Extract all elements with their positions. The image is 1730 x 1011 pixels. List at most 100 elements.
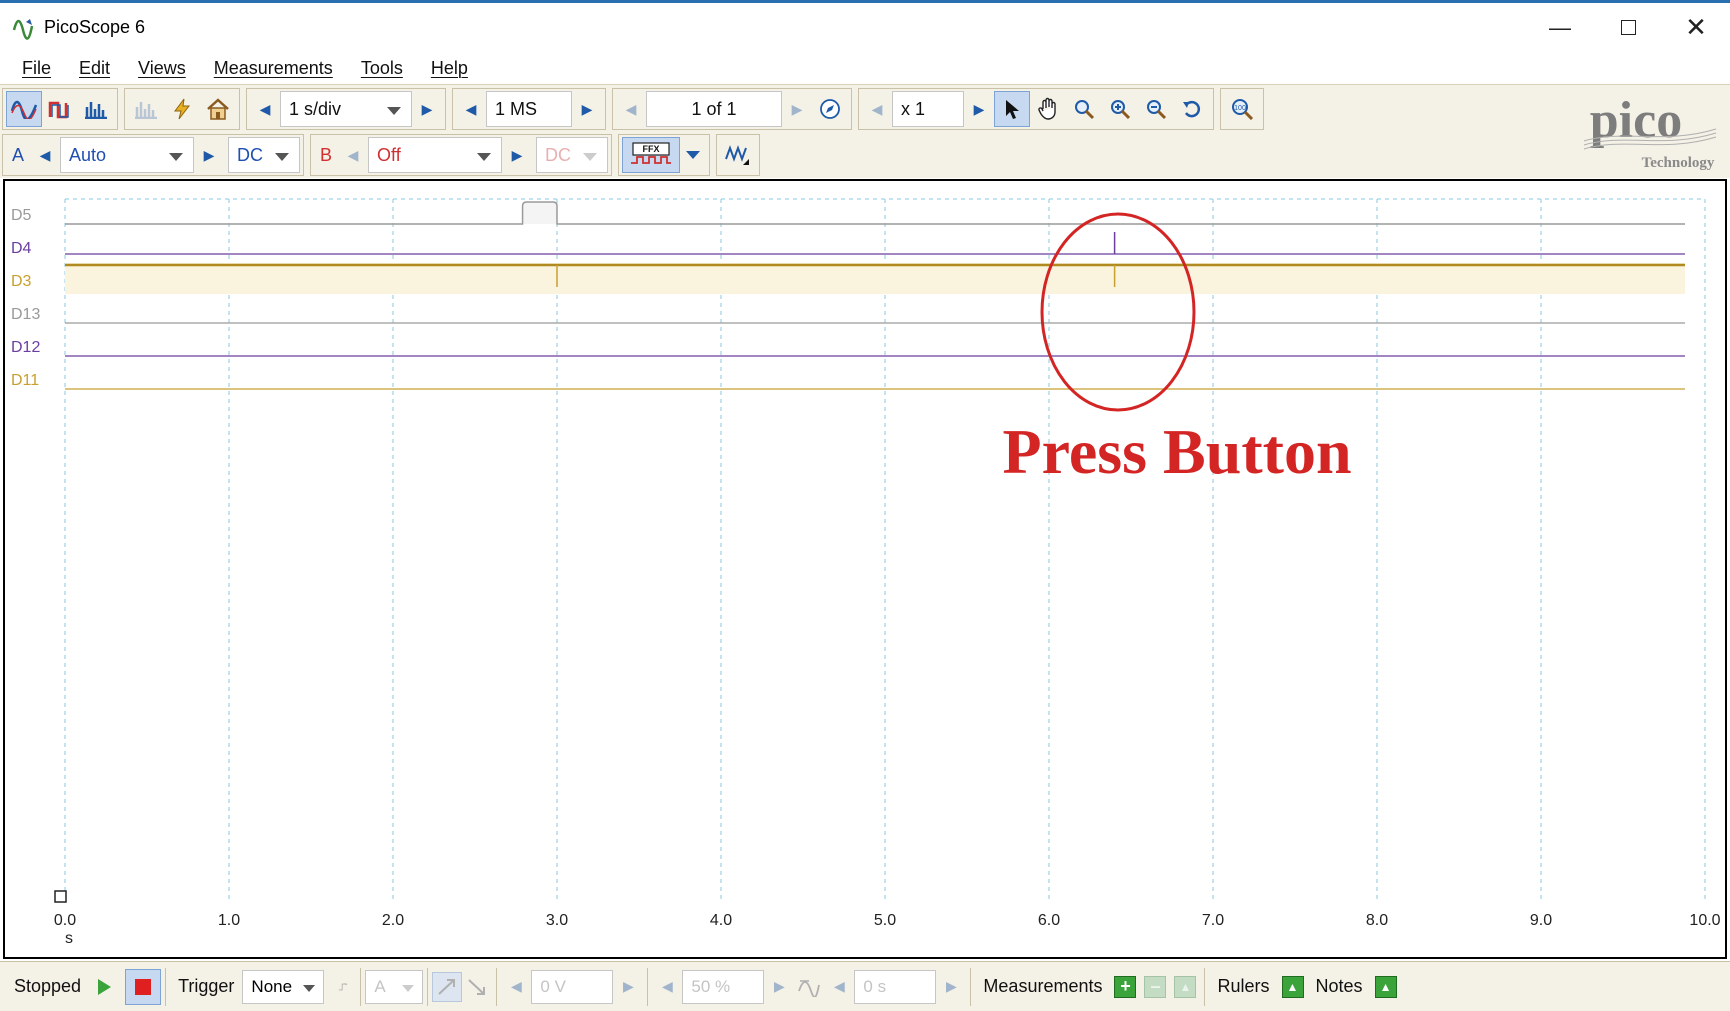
scope-plot[interactable]: D5 D4 D3 D13 D12 D11 0.0 1.0 2.0 3.0 4.0 5.0 6.0 7.0…	[5, 181, 1725, 957]
rising-edge-icon	[438, 978, 456, 995]
x-tick-label: 0.0	[54, 912, 76, 929]
channel-b-range-select[interactable]: Off	[368, 137, 503, 173]
notes-button[interactable]: ▲	[1371, 972, 1401, 1002]
falling-edge-icon	[468, 978, 486, 995]
toolbar-row-capture: ◀ 1 s/div ▶ ◀ 1 MS ▶ ◀ 1 of 1 ▶ ◀ x 1 ▶	[2, 87, 1270, 131]
stop-button[interactable]	[125, 968, 162, 1005]
edit-measurement-button[interactable]: ▲	[1170, 972, 1200, 1002]
channel-a-range-select[interactable]: Auto	[60, 137, 195, 173]
rising-edge-button[interactable]	[432, 971, 463, 1002]
channel-label-d12[interactable]: D12	[11, 339, 40, 356]
remove-measurement-button[interactable]: –	[1140, 972, 1170, 1002]
samples-group: ◀ 1 MS ▶	[452, 88, 606, 130]
menu-help[interactable]: Help	[431, 58, 482, 79]
channel-label-d11[interactable]: D11	[11, 372, 39, 389]
select-tool-button[interactable]	[994, 91, 1030, 127]
menu-file[interactable]: File	[22, 58, 65, 79]
channel-label-d4[interactable]: D4	[11, 240, 32, 257]
channel-label-d3[interactable]: D3	[11, 273, 32, 290]
trigger-type-button[interactable]	[330, 970, 356, 1004]
zoom-field[interactable]: x 1	[892, 91, 964, 127]
hand-tool-button[interactable]	[1030, 91, 1066, 127]
falling-edge-button[interactable]	[462, 972, 492, 1002]
threshold-decrease[interactable]: ◀	[501, 970, 531, 1004]
scope-view[interactable]: D5 D4 D3 D13 D12 D11 0.0 1.0 2.0 3.0 4.0 5.0 6.0 7.0…	[3, 179, 1727, 959]
right-arrow-icon: ▶	[203, 146, 215, 163]
start-button[interactable]	[89, 972, 119, 1002]
post-trigger-delay-button[interactable]	[794, 972, 824, 1002]
channel-a-range-increase[interactable]: ▶	[194, 137, 224, 173]
rulers-button[interactable]: ▲	[1278, 972, 1308, 1002]
samples-increase-button[interactable]: ▶	[572, 91, 602, 127]
channel-b-range-increase[interactable]: ▶	[502, 137, 532, 173]
persistence-mode-button[interactable]	[42, 91, 78, 127]
channel-a-label[interactable]: A	[6, 145, 30, 166]
trigger-source-select[interactable]: A	[365, 969, 424, 1004]
math-channels-button[interactable]	[720, 137, 756, 173]
right-arrow-icon: ▶	[511, 146, 523, 163]
channel-b-range-decrease[interactable]: ◀	[338, 137, 368, 173]
buffer-next-button[interactable]: ▶	[782, 91, 812, 127]
zoom-overview-button[interactable]: 100	[1224, 91, 1260, 127]
menu-tools[interactable]: Tools	[361, 58, 417, 79]
axis-origin-marker[interactable]	[54, 890, 67, 903]
threshold-increase[interactable]: ▶	[613, 970, 643, 1004]
channel-label-d13[interactable]: D13	[11, 306, 40, 323]
zoom-decrease-button[interactable]: ◀	[862, 91, 892, 127]
samples-decrease-button[interactable]: ◀	[456, 91, 486, 127]
spectrum-mode-button[interactable]	[78, 91, 114, 127]
timebase-increase-button[interactable]: ▶	[412, 91, 442, 127]
menu-measurements[interactable]: Measurements	[214, 58, 347, 79]
zoom-tool-button[interactable]	[1066, 91, 1102, 127]
channel-b-label[interactable]: B	[314, 145, 338, 166]
stop-icon	[135, 978, 152, 995]
signal-generator-dropdown[interactable]	[680, 137, 706, 173]
auto-setup-button[interactable]	[164, 91, 200, 127]
measurements-label: Measurements	[983, 976, 1103, 996]
pretrigger-decrease[interactable]: ◀	[652, 970, 682, 1004]
samples-field[interactable]: 1 MS	[486, 91, 572, 127]
channel-a-coupling-select[interactable]: DC	[228, 137, 301, 173]
channel-a-coupling-value: DC	[237, 144, 264, 165]
buffer-field[interactable]: 1 of 1	[646, 91, 782, 127]
undo-zoom-button[interactable]	[1174, 91, 1210, 127]
up-triangle-icon: ▲	[1374, 975, 1397, 998]
maximize-button[interactable]	[1594, 3, 1662, 52]
press-button-annotation: Press Button	[1002, 416, 1351, 487]
channel-b-group: B ◀ Off ▶ DC	[310, 134, 613, 176]
buffer-previous-button[interactable]: ◀	[616, 91, 646, 127]
up-triangle-icon: ▲	[1174, 975, 1197, 998]
spectrum-options-button[interactable]	[128, 91, 164, 127]
plus-icon: +	[1114, 975, 1137, 998]
pico-technology-logo: pico Technology	[1544, 89, 1724, 175]
minimize-button[interactable]: —	[1526, 3, 1594, 52]
timebase-select[interactable]: 1 s/div	[280, 91, 412, 127]
channel-b-coupling-select[interactable]: DC	[536, 137, 609, 173]
trigger-mode-select[interactable]: None	[242, 969, 325, 1004]
timebase-decrease-button[interactable]: ◀	[250, 91, 280, 127]
play-icon	[98, 978, 112, 995]
channel-label-d5[interactable]: D5	[11, 207, 32, 224]
zoom-increase-button[interactable]: ▶	[964, 91, 994, 127]
buffer-navigator-button[interactable]	[812, 91, 848, 127]
zoom-in-button[interactable]	[1102, 91, 1138, 127]
menu-views[interactable]: Views	[138, 58, 200, 79]
zoom-overview-icon: 100	[1232, 99, 1254, 120]
delay-decrease[interactable]: ◀	[824, 970, 854, 1004]
zoom-out-button[interactable]	[1138, 91, 1174, 127]
home-button[interactable]	[200, 91, 236, 127]
pretrigger-field[interactable]: 50 %	[682, 969, 765, 1004]
annotation-circle	[1040, 212, 1196, 412]
menu-edit[interactable]: Edit	[79, 58, 124, 79]
signal-generator-button[interactable]: FFX	[622, 137, 681, 173]
scope-mode-button[interactable]	[6, 91, 42, 127]
channel-a-range-decrease[interactable]: ◀	[30, 137, 60, 173]
magnifier-icon	[1075, 100, 1095, 120]
delay-increase[interactable]: ▶	[936, 970, 966, 1004]
threshold-field[interactable]: 0 V	[531, 969, 614, 1004]
delay-field[interactable]: 0 s	[854, 969, 937, 1004]
add-measurement-button[interactable]: +	[1110, 972, 1140, 1002]
close-button[interactable]: ✕	[1662, 3, 1730, 52]
pretrigger-increase[interactable]: ▶	[764, 970, 794, 1004]
left-arrow-icon: ◀	[834, 978, 845, 994]
